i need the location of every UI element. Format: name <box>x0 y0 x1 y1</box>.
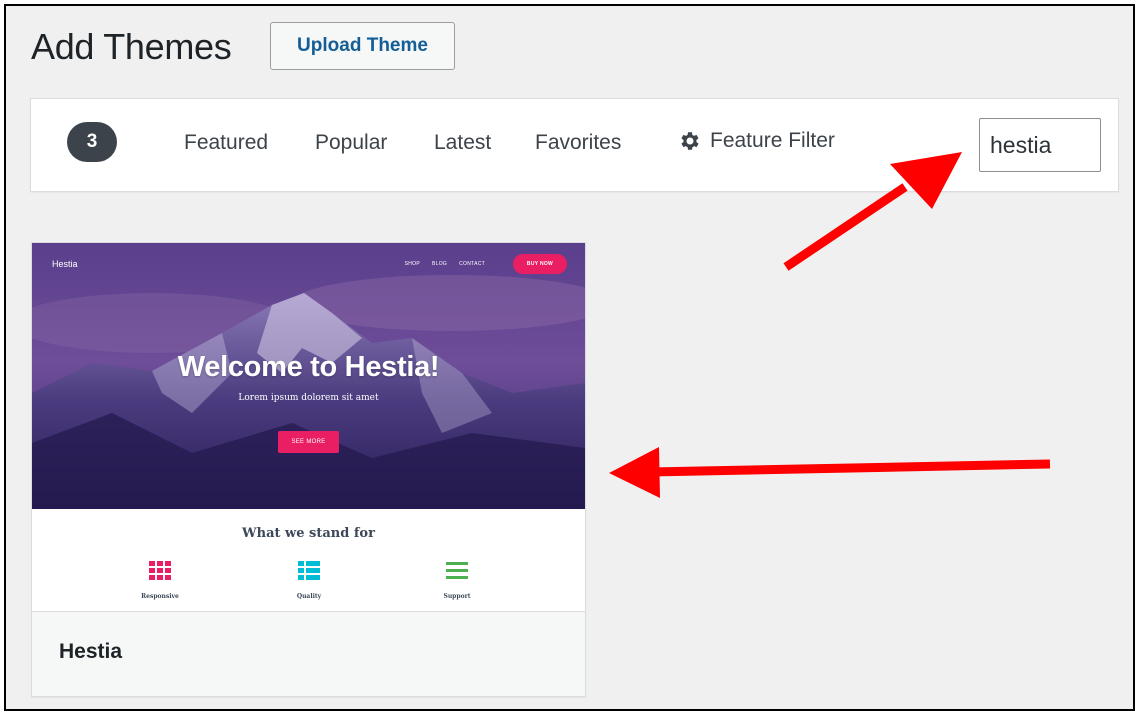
page-title: Add Themes <box>31 26 232 67</box>
theme-name-bar[interactable]: Hestia <box>32 611 585 696</box>
preview-nav-item: SHOP <box>404 261 420 267</box>
admin-screen: Add Themes Upload Theme 3 Featured Popul… <box>4 4 1135 711</box>
theme-screenshot[interactable]: Hestia SHOP BLOG CONTACT BUY NOW Welcome… <box>32 243 585 611</box>
preview-nav-item: BLOG <box>431 261 448 267</box>
grid-icon <box>149 561 171 580</box>
feature-filter-button[interactable]: Feature Filter <box>678 129 835 153</box>
preview-feature-label: Support <box>443 593 471 600</box>
preview-nav: SHOP BLOG CONTACT <box>405 261 485 267</box>
preview-buy-now-button: BUY NOW <box>513 254 567 274</box>
theme-count-badge: 3 <box>67 122 117 162</box>
menu-icon <box>446 562 468 579</box>
preview-feature-label: Quality <box>296 593 322 600</box>
preview-logo: Hestia <box>52 259 78 269</box>
tab-favorites[interactable]: Favorites <box>535 131 621 155</box>
feature-filter-label: Feature Filter <box>710 129 835 152</box>
tab-popular[interactable]: Popular <box>315 131 387 155</box>
preview-section-title: What we stand for <box>242 526 375 541</box>
theme-card-hestia[interactable]: Hestia SHOP BLOG CONTACT BUY NOW Welcome… <box>31 242 586 697</box>
gear-icon <box>681 132 699 150</box>
preview-hero-subtitle: Lorem ipsum dolorem sit amet <box>238 393 379 403</box>
preview-feature-responsive: Responsive <box>110 561 210 600</box>
preview-see-more-button: SEE MORE <box>278 431 339 453</box>
preview-feature-support: Support <box>407 561 507 600</box>
tab-featured[interactable]: Featured <box>184 131 268 155</box>
upload-theme-button[interactable]: Upload Theme <box>270 22 455 70</box>
theme-filter-bar: 3 Featured Popular Latest Favorites Feat… <box>30 98 1119 192</box>
tab-latest[interactable]: Latest <box>434 131 491 155</box>
list-icon <box>298 561 320 580</box>
preview-nav-item: CONTACT <box>459 261 485 267</box>
preview-feature-quality: Quality <box>259 561 359 600</box>
preview-feature-label: Responsive <box>141 593 179 600</box>
search-themes-input[interactable] <box>979 118 1101 172</box>
preview-hero-title: Welcome to Hestia! <box>177 351 440 383</box>
theme-name: Hestia <box>59 640 123 663</box>
